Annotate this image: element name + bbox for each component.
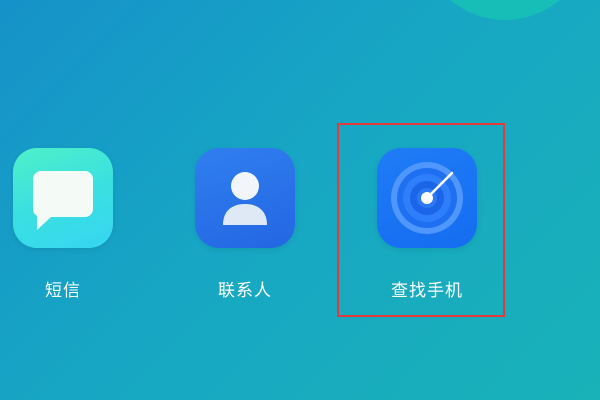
app-messages[interactable]: 短信 (3, 148, 123, 301)
app-label-contacts: 联系人 (218, 281, 272, 301)
app-label-messages: 短信 (45, 281, 81, 301)
app-contacts[interactable]: 联系人 (185, 148, 305, 301)
background-circle (420, 0, 590, 20)
message-bubble-icon[interactable] (13, 148, 113, 248)
person-icon[interactable] (195, 148, 295, 248)
highlight-box (337, 123, 505, 317)
